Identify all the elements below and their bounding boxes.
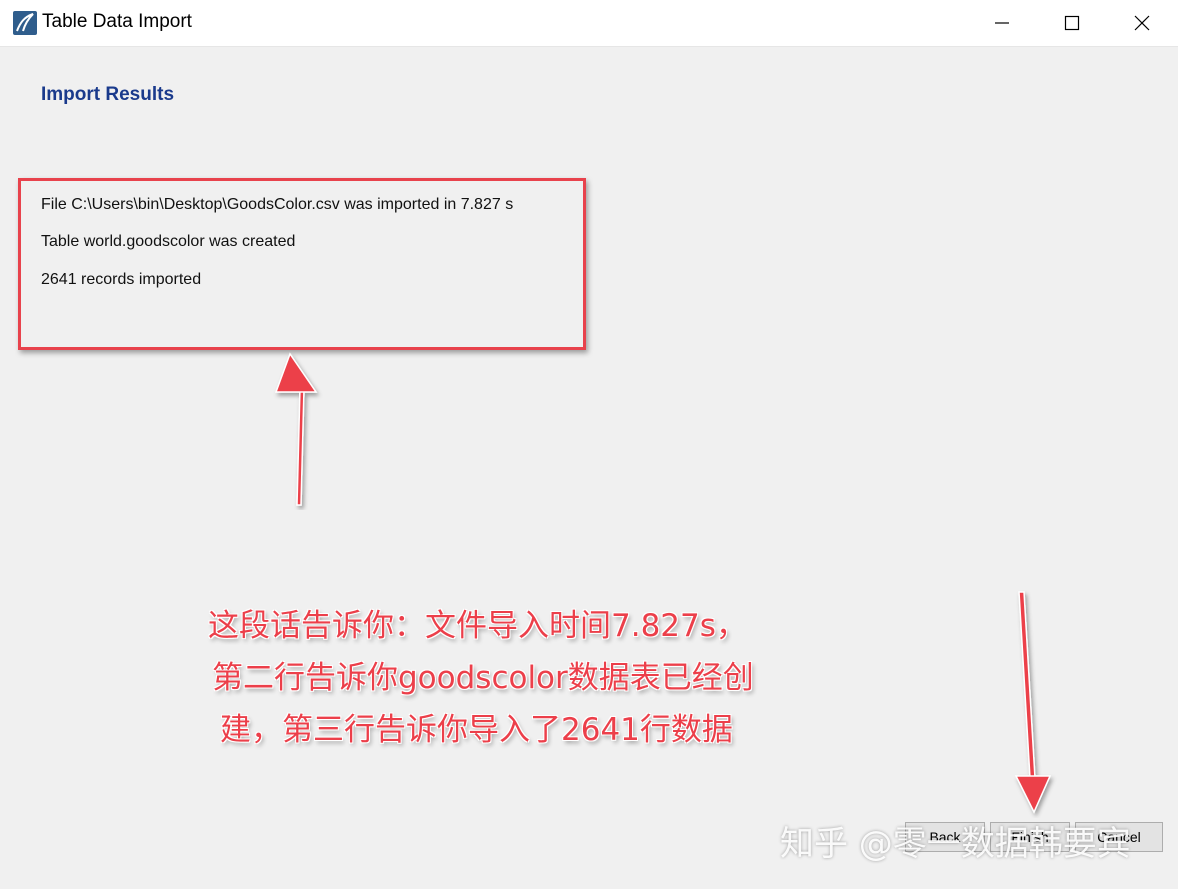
annotation-arrow-down-icon [1014,591,1052,814]
close-icon [1134,15,1150,31]
maximize-icon [1064,15,1080,31]
annotation-text: 这段话告诉你：文件导入时间7.827s， 第二行告诉你goodscolor数据表… [200,600,760,756]
annotation-line-1: 这段话告诉你：文件导入时间7.827s， [208,608,747,644]
title-bar: Table Data Import [0,0,1178,47]
annotation-line-3: 建，第三行告诉你导入了2641行数据 [220,712,733,748]
mysql-workbench-icon [13,11,37,35]
annotation-line-2: 第二行告诉你goodscolor数据表已经创 [212,660,754,696]
window-title: Table Data Import [42,11,192,32]
watermark: 知乎 @零一数据韩要宾 [780,824,1131,864]
annotation-arrow-up-icon [274,352,318,506]
maximize-button[interactable] [1037,0,1107,46]
annotation-highlight-box [18,178,586,350]
page-heading: Import Results [41,84,175,105]
minimize-icon [995,22,1009,24]
close-button[interactable] [1107,0,1177,46]
minimize-button[interactable] [967,0,1037,46]
